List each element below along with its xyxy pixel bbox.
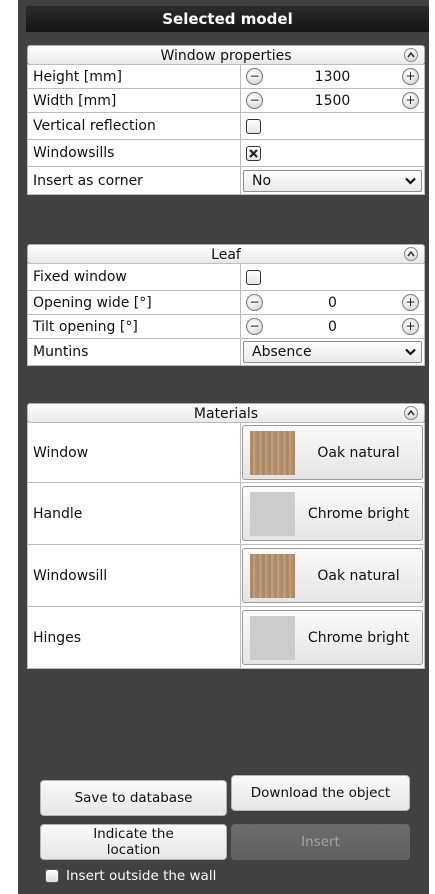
insert-as-corner-label: Insert as corner [27, 166, 241, 195]
fixed-window-row: Fixed window [27, 263, 425, 291]
height-stepper[interactable]: − 1300 + [240, 64, 425, 89]
tilt-opening-row: Tilt opening [°] − 0 + [27, 314, 425, 339]
chrome-swatch [250, 615, 295, 660]
material-hinges-value: Chrome bright [307, 629, 410, 646]
opening-wide-row: Opening wide [°] − 0 + [27, 290, 425, 315]
windowsills-label: Windowsills [27, 139, 241, 167]
opening-wide-value[interactable]: 0 [263, 295, 402, 311]
collapse-materials-icon[interactable] [404, 406, 418, 420]
download-object-button[interactable]: Download the object [231, 775, 410, 811]
windowsills-checkbox[interactable] [246, 145, 261, 161]
indicate-location-button[interactable]: Indicate the location [40, 824, 227, 860]
muntins-row: Muntins Absence [27, 338, 425, 366]
insert-outside-wall-label: Insert outside the wall [66, 868, 217, 884]
oak-texture-swatch [250, 430, 295, 475]
material-windowsill-label: Windowsill [27, 544, 241, 607]
insert-outside-wall-option[interactable]: Insert outside the wall [45, 868, 216, 884]
collapse-leaf-icon[interactable] [404, 247, 418, 261]
vertical-reflection-row: Vertical reflection [27, 112, 425, 140]
opening-wide-label: Opening wide [°] [27, 290, 241, 315]
insert-as-corner-select[interactable]: No [243, 169, 422, 192]
width-increment-button[interactable]: + [402, 92, 419, 109]
material-row-windowsill: Windowsill Oak natural [27, 544, 425, 607]
width-label: Width [mm] [27, 88, 241, 113]
muntins-value: Absence [252, 344, 312, 360]
material-row-hinges: Hinges Chrome bright [27, 606, 425, 669]
width-stepper[interactable]: − 1500 + [240, 88, 425, 113]
window-properties-table: Height [mm] − 1300 + Width [mm] − 1500 +… [27, 64, 425, 195]
panel-title: Selected model [26, 6, 429, 32]
material-handle-label: Handle [27, 482, 241, 545]
insert-outside-wall-checkbox[interactable] [45, 869, 59, 883]
vertical-reflection-label: Vertical reflection [27, 112, 241, 140]
height-decrement-button[interactable]: − [246, 68, 263, 85]
material-hinges-button[interactable]: Chrome bright [242, 610, 423, 665]
window-properties-header-label: Window properties [160, 48, 292, 64]
window-properties-header[interactable]: Window properties [27, 45, 425, 65]
insert-as-corner-row: Insert as corner No [27, 166, 425, 195]
chrome-swatch [250, 491, 295, 536]
material-windowsill-value: Oak natural [317, 567, 400, 584]
muntins-select[interactable]: Absence [243, 341, 422, 363]
material-row-handle: Handle Chrome bright [27, 482, 425, 545]
materials-header-label: Materials [193, 406, 259, 422]
checked-x-icon [249, 148, 258, 158]
material-handle-value: Chrome bright [307, 505, 410, 522]
opening-wide-stepper[interactable]: − 0 + [240, 290, 425, 315]
insert-button[interactable]: Insert [231, 824, 410, 860]
material-window-label: Window [27, 422, 241, 483]
height-label: Height [mm] [27, 64, 241, 89]
width-value[interactable]: 1500 [263, 93, 402, 109]
muntins-label: Muntins [27, 338, 241, 366]
opening-wide-decrement-button[interactable]: − [246, 294, 263, 311]
height-increment-button[interactable]: + [402, 68, 419, 85]
width-decrement-button[interactable]: − [246, 92, 263, 109]
selected-model-panel: Selected model Window properties Height … [18, 0, 429, 894]
oak-texture-swatch [250, 553, 295, 598]
tilt-opening-decrement-button[interactable]: − [246, 318, 263, 335]
tilt-opening-increment-button[interactable]: + [402, 318, 419, 335]
fixed-window-checkbox[interactable] [246, 269, 261, 285]
material-window-button[interactable]: Oak natural [242, 425, 423, 480]
chevron-down-icon [405, 348, 416, 356]
save-to-database-button[interactable]: Save to database [40, 780, 227, 816]
material-row-window: Window Oak natural [27, 422, 425, 483]
leaf-header-label: Leaf [211, 247, 241, 263]
height-value[interactable]: 1300 [263, 69, 402, 85]
tilt-opening-value[interactable]: 0 [263, 319, 402, 335]
material-hinges-label: Hinges [27, 606, 241, 669]
leaf-table: Fixed window Opening wide [°] − 0 + Tilt… [27, 263, 425, 366]
material-handle-button[interactable]: Chrome bright [242, 486, 423, 541]
width-row: Width [mm] − 1500 + [27, 88, 425, 113]
material-window-value: Oak natural [317, 444, 400, 461]
insert-as-corner-value: No [252, 172, 272, 189]
vertical-reflection-checkbox[interactable] [246, 118, 261, 134]
height-row: Height [mm] − 1300 + [27, 64, 425, 89]
tilt-opening-label: Tilt opening [°] [27, 314, 241, 339]
material-windowsill-button[interactable]: Oak natural [242, 548, 423, 603]
opening-wide-increment-button[interactable]: + [402, 294, 419, 311]
materials-header[interactable]: Materials [27, 403, 425, 423]
materials-table: Window Oak natural Handle Chrome bright … [27, 422, 425, 669]
fixed-window-label: Fixed window [27, 263, 241, 291]
windowsills-row: Windowsills [27, 139, 425, 167]
chevron-down-icon [405, 177, 416, 185]
tilt-opening-stepper[interactable]: − 0 + [240, 314, 425, 339]
collapse-window-properties-icon[interactable] [404, 48, 418, 62]
leaf-header[interactable]: Leaf [27, 244, 425, 264]
